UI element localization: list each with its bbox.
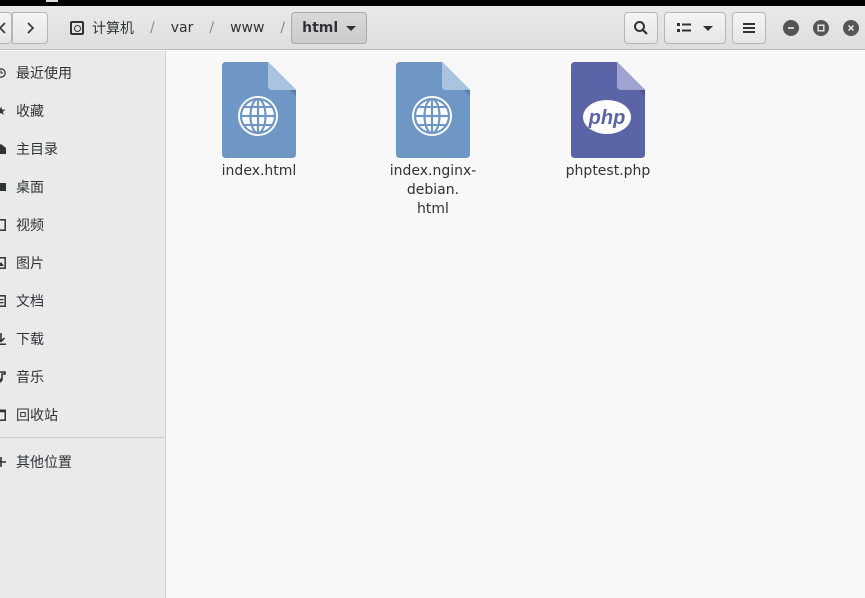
music-icon: [0, 370, 6, 384]
clock-icon: [0, 66, 6, 80]
download-icon: [0, 332, 6, 346]
sidebar-item-music[interactable]: 音乐: [0, 358, 165, 396]
chevron-right-icon: [27, 22, 35, 34]
breadcrumb-separator: /: [280, 20, 286, 36]
breadcrumb-label: www: [230, 20, 265, 36]
html-file-icon: [222, 62, 296, 158]
file-item[interactable]: index.nginx-debian. html: [368, 62, 498, 219]
sidebar-item-pictures[interactable]: 图片: [0, 244, 165, 282]
back-button[interactable]: [0, 12, 12, 44]
sidebar-item-label: 主目录: [16, 142, 58, 158]
sidebar-item-starred[interactable]: ★ 收藏: [0, 92, 165, 130]
close-icon: [847, 24, 855, 32]
minimize-icon: [788, 27, 794, 29]
breadcrumb-label: var: [170, 20, 194, 36]
trash-icon: [0, 408, 6, 422]
list-view-icon: [677, 23, 691, 32]
sidebar-item-label: 音乐: [16, 370, 44, 386]
file-name: index.nginx-debian. html: [389, 163, 477, 217]
svg-text:php: php: [588, 107, 626, 129]
sidebar: 最近使用 ★ 收藏 主目录 桌面 视频 图片 文档 下载 音乐 回收站 其他位置: [0, 51, 166, 598]
header-bar: 计算机 / var / www / html: [0, 6, 865, 50]
file-item[interactable]: php phptest.php: [543, 62, 673, 181]
sidebar-item-label: 收藏: [16, 104, 44, 120]
php-file-icon: php: [571, 62, 645, 158]
sidebar-item-label: 文档: [16, 294, 44, 310]
file-view: index.html index.nginx-debian. html php …: [166, 51, 865, 598]
breadcrumb-separator: /: [150, 20, 155, 36]
breadcrumb-www[interactable]: www: [220, 12, 274, 44]
document-icon: [0, 294, 6, 308]
chevron-down-icon: [346, 25, 357, 31]
file-name: phptest.php: [565, 163, 651, 179]
sidebar-item-recent[interactable]: 最近使用: [0, 54, 165, 92]
breadcrumb-label: html: [302, 20, 339, 36]
image-icon: [0, 256, 6, 270]
chevron-left-icon: [0, 22, 6, 34]
desktop-icon: [0, 180, 6, 194]
chevron-down-icon: [703, 25, 713, 31]
maximize-button[interactable]: [813, 20, 829, 36]
view-options-button[interactable]: [664, 12, 726, 44]
close-button[interactable]: [843, 20, 859, 36]
sidebar-item-downloads[interactable]: 下载: [0, 320, 165, 358]
sidebar-item-other-locations[interactable]: 其他位置: [0, 443, 165, 481]
menu-button[interactable]: [732, 12, 766, 44]
sidebar-item-videos[interactable]: 视频: [0, 206, 165, 244]
breadcrumb-computer[interactable]: 计算机: [60, 12, 144, 44]
minimize-button[interactable]: [783, 20, 799, 36]
sidebar-item-desktop[interactable]: 桌面: [0, 168, 165, 206]
sidebar-item-label: 桌面: [16, 180, 44, 196]
file-item[interactable]: index.html: [194, 62, 324, 181]
breadcrumb-label: 计算机: [92, 21, 134, 37]
html-file-icon: [396, 62, 470, 158]
breadcrumb-var[interactable]: var: [161, 12, 204, 44]
sidebar-item-label: 下载: [16, 332, 44, 348]
home-icon: [0, 142, 6, 156]
search-icon: [634, 21, 648, 35]
sidebar-item-trash[interactable]: 回收站: [0, 396, 165, 434]
breadcrumb: 计算机 / var / www / html: [60, 12, 368, 44]
sidebar-item-label: 其他位置: [16, 455, 72, 471]
sidebar-item-label: 图片: [16, 256, 44, 272]
sidebar-item-label: 最近使用: [16, 66, 72, 82]
file-name: index.html: [221, 163, 297, 179]
sidebar-item-home[interactable]: 主目录: [0, 130, 165, 168]
video-icon: [0, 218, 6, 232]
breadcrumb-html[interactable]: html: [291, 12, 368, 44]
sidebar-item-documents[interactable]: 文档: [0, 282, 165, 320]
star-icon: ★: [0, 104, 7, 118]
maximize-icon: [817, 24, 825, 32]
sidebar-item-label: 回收站: [16, 408, 58, 424]
computer-icon: [70, 21, 84, 35]
forward-button[interactable]: [12, 12, 48, 44]
plus-icon: [0, 455, 6, 469]
hamburger-icon: [743, 23, 755, 33]
sidebar-item-label: 视频: [16, 218, 44, 234]
search-button[interactable]: [624, 12, 658, 44]
sidebar-divider: [0, 437, 165, 438]
breadcrumb-separator: /: [209, 20, 215, 36]
